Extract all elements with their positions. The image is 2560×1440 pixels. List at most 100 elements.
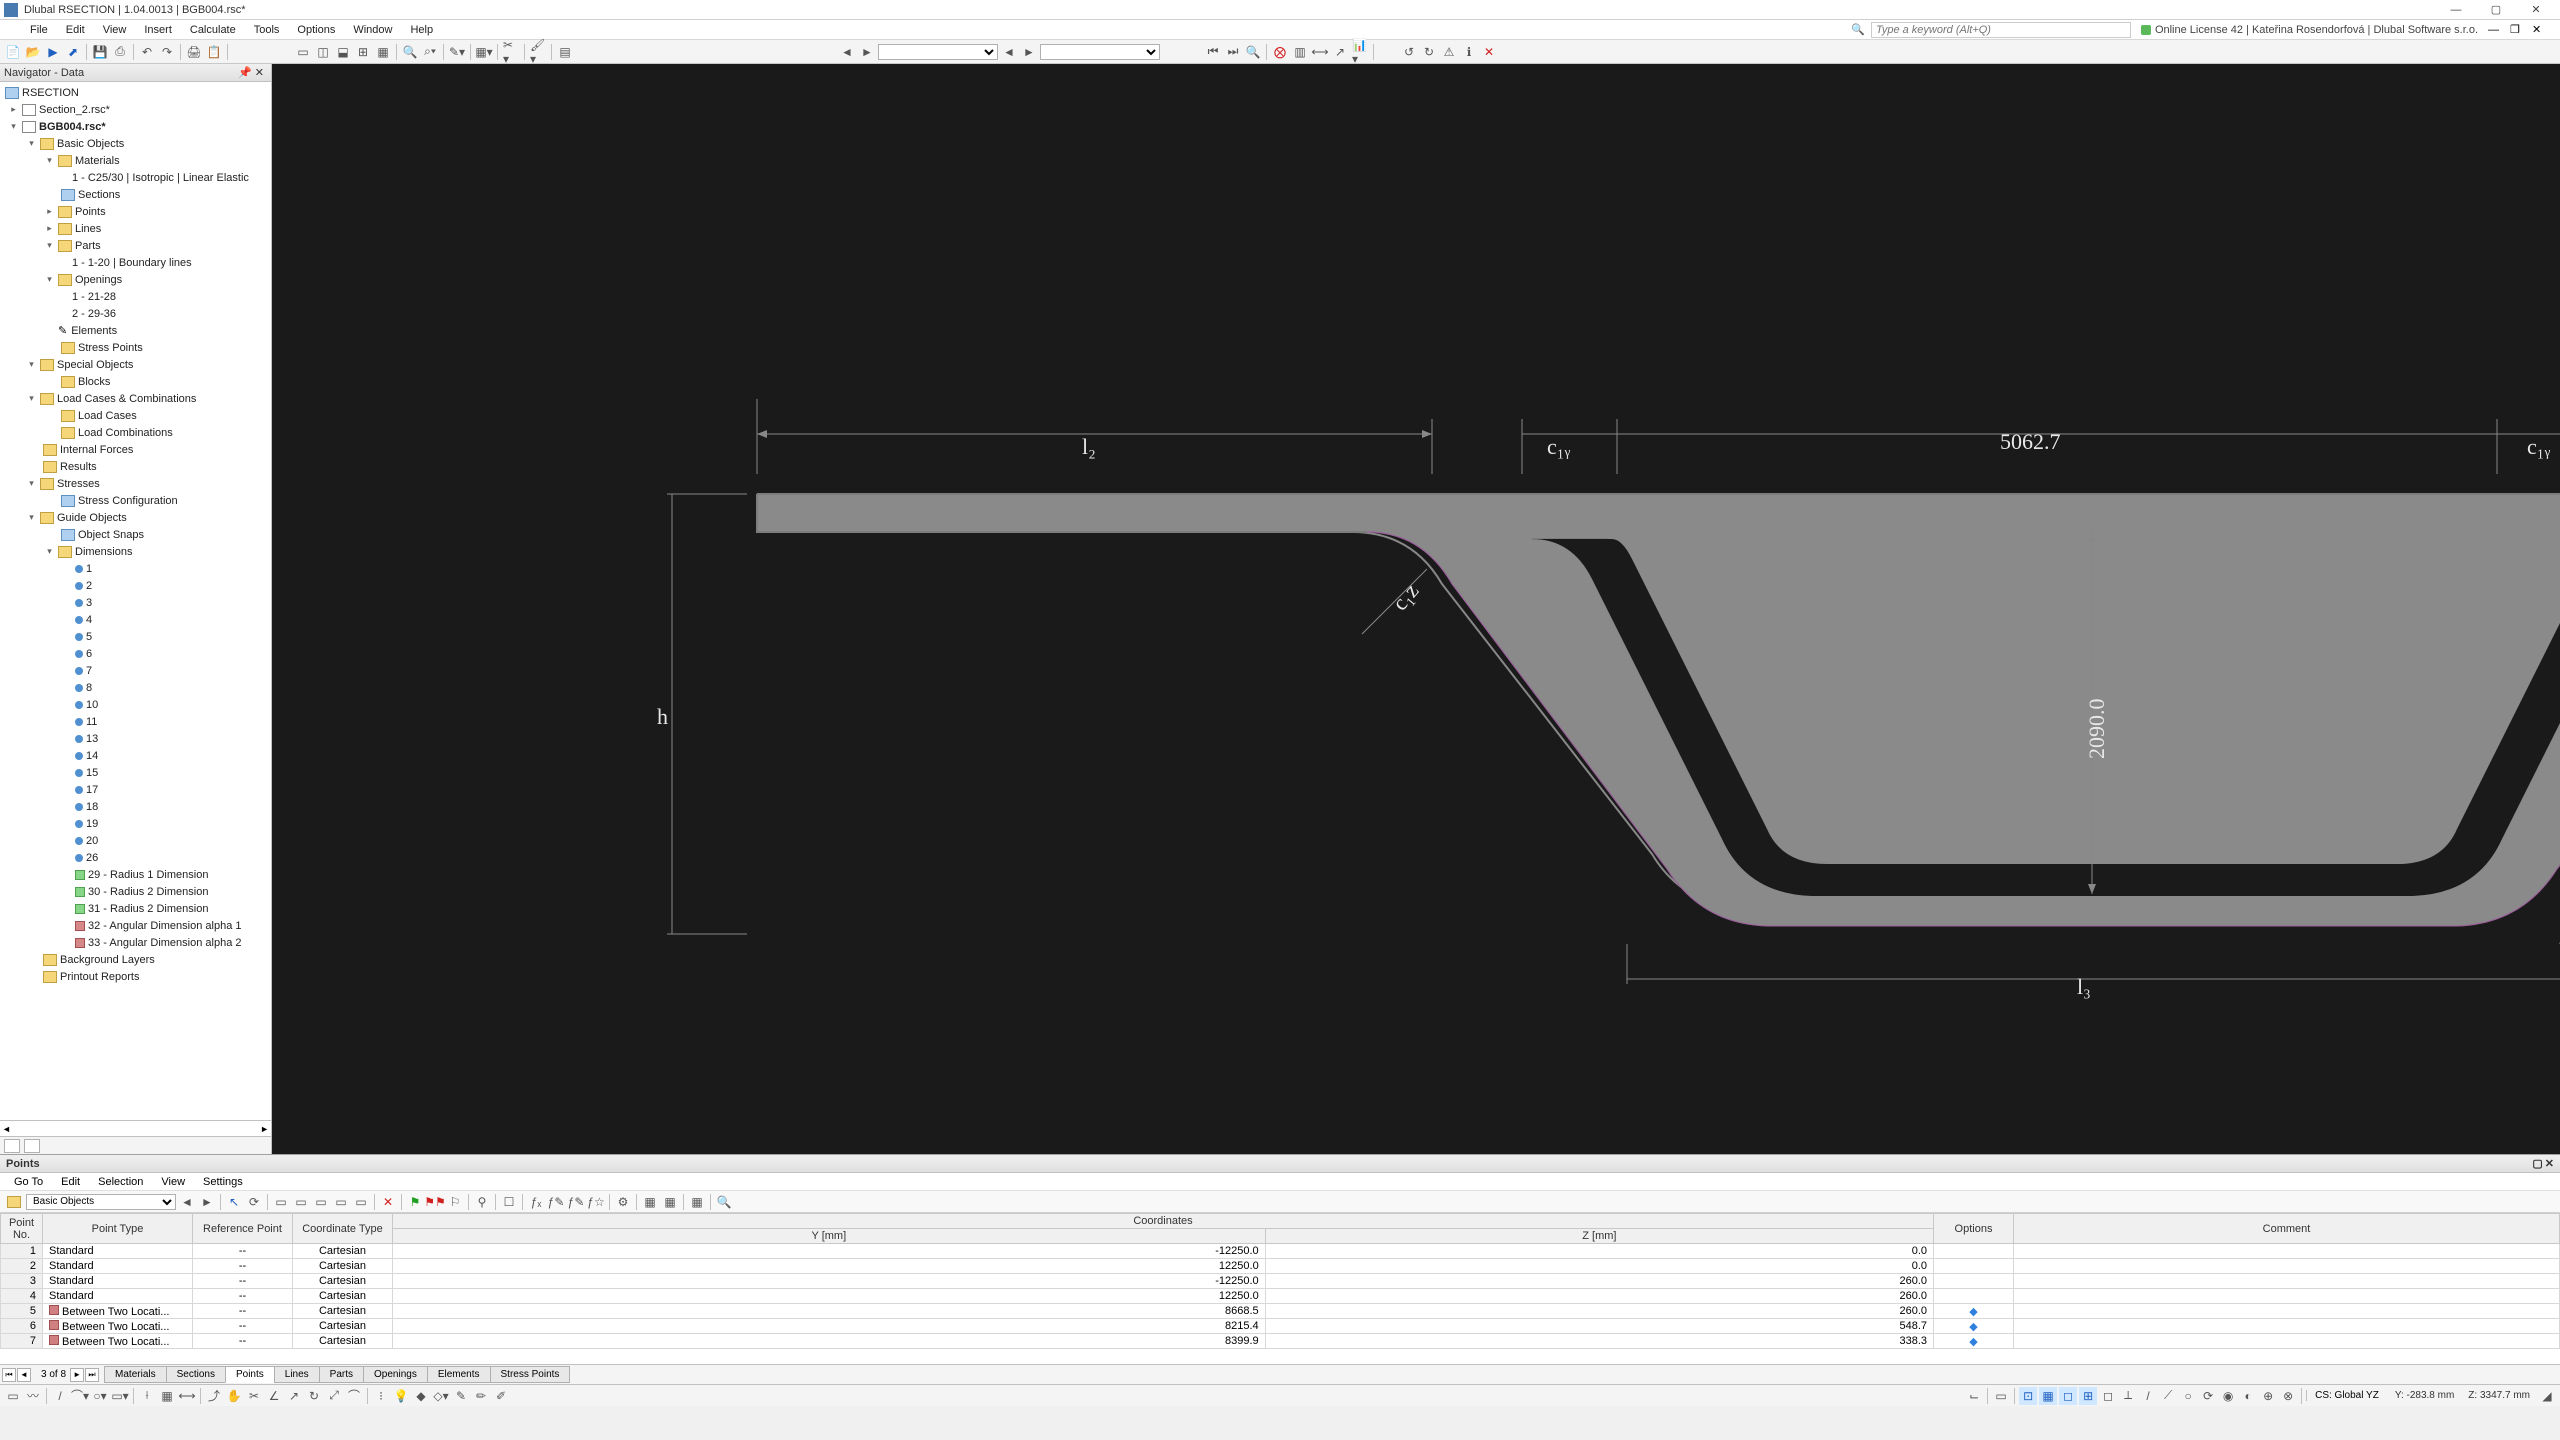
panel-object-combo[interactable]: Basic Objects: [26, 1194, 176, 1210]
tab-last-icon[interactable]: ⏭: [85, 1368, 99, 1382]
sb-grip-icon[interactable]: ⁝: [372, 1387, 390, 1405]
ex1-icon[interactable]: ▦: [641, 1193, 659, 1211]
tree-dim-item[interactable]: 4: [0, 611, 271, 628]
sb-o8-icon[interactable]: ◐: [2239, 1387, 2257, 1405]
panel-tab[interactable]: Sections: [166, 1366, 226, 1383]
col-type[interactable]: Point Type: [43, 1214, 193, 1244]
sb-circ-icon[interactable]: ○▾: [91, 1387, 109, 1405]
combo-2[interactable]: [1040, 44, 1160, 60]
keyword-search[interactable]: [1871, 22, 2131, 38]
menu-options[interactable]: Options: [289, 22, 343, 38]
col-z[interactable]: Z [mm]: [1265, 1229, 1933, 1244]
sb-o1-icon[interactable]: ◻: [2099, 1387, 2117, 1405]
zoom-icon[interactable]: 🔍: [401, 43, 419, 61]
sb-o4-icon[interactable]: ⟋: [2159, 1387, 2177, 1405]
panel-tab[interactable]: Openings: [363, 1366, 428, 1383]
nav-tab-1-icon[interactable]: [4, 1139, 20, 1153]
tree-dim-item[interactable]: 11: [0, 713, 271, 730]
sb-ang-icon[interactable]: ∠: [265, 1387, 283, 1405]
tab-first-icon[interactable]: ⏮: [2, 1368, 16, 1382]
tree-sections[interactable]: Sections: [0, 186, 271, 203]
tree-blocks[interactable]: Blocks: [0, 373, 271, 390]
panel-tab[interactable]: Materials: [104, 1366, 167, 1383]
sb-pen3-icon[interactable]: ✐: [492, 1387, 510, 1405]
report-icon[interactable]: 📋: [205, 43, 223, 61]
tree-lines[interactable]: ▸Lines: [0, 220, 271, 237]
filter-icon[interactable]: ⚲: [473, 1193, 491, 1211]
tree-elements[interactable]: ✎Elements: [0, 322, 271, 339]
col-y[interactable]: Y [mm]: [393, 1229, 1266, 1244]
tree-dim-33[interactable]: 33 - Angular Dimension alpha 2: [0, 934, 271, 951]
warn-icon[interactable]: ⚠: [1440, 43, 1458, 61]
tree-dim-item[interactable]: 1: [0, 560, 271, 577]
col-options[interactable]: Options: [1934, 1214, 2014, 1244]
tree-bg-layers[interactable]: Background Layers: [0, 951, 271, 968]
table-row[interactable]: 5 Between Two Locati...--Cartesian8668.5…: [1, 1304, 2560, 1319]
tree-parts-1[interactable]: 1 - 1-20 | Boundary lines: [0, 254, 271, 271]
tree-dim-item[interactable]: 8: [0, 679, 271, 696]
chart-icon[interactable]: 📊▾: [1351, 43, 1369, 61]
menu-file[interactable]: File: [22, 22, 56, 38]
sb-mirror-icon[interactable]: ⟊: [138, 1387, 156, 1405]
flag-icon[interactable]: ⚐: [446, 1193, 464, 1211]
menu-insert[interactable]: Insert: [136, 22, 180, 38]
sb-o2-icon[interactable]: ⟂: [2119, 1387, 2137, 1405]
ref-icon[interactable]: ↺: [1400, 43, 1418, 61]
menu-help[interactable]: Help: [402, 22, 441, 38]
tree-dim-item[interactable]: 14: [0, 747, 271, 764]
nav-tab-2-icon[interactable]: [24, 1139, 40, 1153]
table-row[interactable]: 7 Between Two Locati...--Cartesian8399.9…: [1, 1334, 2560, 1349]
fwd-icon[interactable]: ⏭: [1224, 43, 1242, 61]
tree-opening-2[interactable]: 2 - 29-36: [0, 305, 271, 322]
print-icon[interactable]: 🖨: [185, 43, 203, 61]
doc-restore[interactable]: ❐: [2510, 23, 2530, 36]
table-row[interactable]: 3Standard--Cartesian-12250.0260.0: [1, 1274, 2560, 1289]
tree-stresses[interactable]: ▾Stresses: [0, 475, 271, 492]
maximize-button[interactable]: ▢: [2476, 1, 2516, 19]
tree-dim-item[interactable]: 5: [0, 628, 271, 645]
tree-dim-item[interactable]: 6: [0, 645, 271, 662]
panel-tab[interactable]: Points: [225, 1366, 275, 1383]
panel-next-icon[interactable]: ►: [198, 1193, 216, 1211]
tree-dim-29[interactable]: 29 - Radius 1 Dimension: [0, 866, 271, 883]
sb-box-icon[interactable]: ◆: [412, 1387, 430, 1405]
fx3-icon[interactable]: ƒ✎: [567, 1193, 585, 1211]
table-row[interactable]: 1Standard--Cartesian-12250.00.0: [1, 1244, 2560, 1259]
sel-icon[interactable]: ☐: [500, 1193, 518, 1211]
tab-prev-icon[interactable]: ◄: [17, 1368, 31, 1382]
window-v-icon[interactable]: ◫: [314, 43, 332, 61]
sb-fil-icon[interactable]: ⌒: [345, 1387, 363, 1405]
tree-points[interactable]: ▸Points: [0, 203, 271, 220]
dim-icon[interactable]: ⟷: [1311, 43, 1329, 61]
sb-hand-icon[interactable]: ✋: [225, 1387, 243, 1405]
panel-prev-icon[interactable]: ◄: [178, 1193, 196, 1211]
sb-hatch-icon[interactable]: ▦: [158, 1387, 176, 1405]
nav-close-icon[interactable]: ✕: [252, 66, 267, 79]
sb-axis-icon[interactable]: ⌙: [1965, 1387, 1983, 1405]
app-menu-icon[interactable]: [8, 24, 20, 36]
tree-root[interactable]: RSECTION: [0, 84, 271, 101]
sb-snap2-icon[interactable]: ▦: [2039, 1387, 2057, 1405]
redo-icon[interactable]: ↷: [158, 43, 176, 61]
saveall-icon[interactable]: ⎙: [111, 43, 129, 61]
tree-dim-item[interactable]: 10: [0, 696, 271, 713]
table-row[interactable]: 6 Between Two Locati...--Cartesian8215.4…: [1, 1319, 2560, 1334]
ref2-icon[interactable]: ↻: [1420, 43, 1438, 61]
open-icon[interactable]: 📂: [24, 43, 42, 61]
col-coord-type[interactable]: Coordinate Type: [293, 1214, 393, 1244]
sb-ro-icon[interactable]: ↻: [305, 1387, 323, 1405]
sb-icon[interactable]: ▭: [4, 1387, 22, 1405]
hatch-icon[interactable]: ▤: [556, 43, 574, 61]
sb-ex-icon[interactable]: ⤢: [325, 1387, 343, 1405]
tree-stress-points[interactable]: Stress Points: [0, 339, 271, 356]
tree-load-combos[interactable]: Load Combinations: [0, 424, 271, 441]
fx4-icon[interactable]: ƒ☆: [587, 1193, 605, 1211]
menu-calculate[interactable]: Calculate: [182, 22, 244, 38]
menu-view[interactable]: View: [95, 22, 135, 38]
tree-openings[interactable]: ▾Openings: [0, 271, 271, 288]
minimize-button[interactable]: —: [2436, 1, 2476, 19]
sb-tr-icon[interactable]: ↗: [285, 1387, 303, 1405]
tree-dim-30[interactable]: 30 - Radius 2 Dimension: [0, 883, 271, 900]
tool-icon-2[interactable]: ⬈: [64, 43, 82, 61]
tree-dim-item[interactable]: 20: [0, 832, 271, 849]
